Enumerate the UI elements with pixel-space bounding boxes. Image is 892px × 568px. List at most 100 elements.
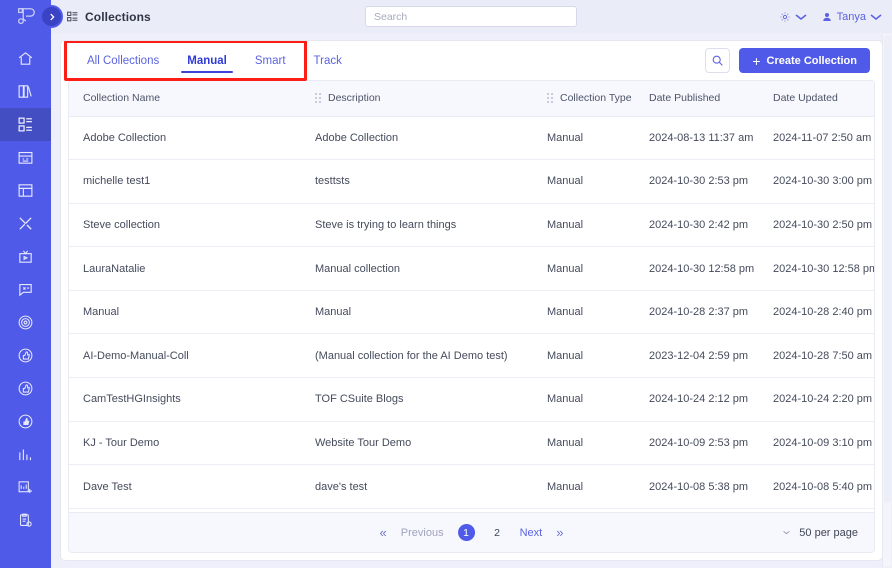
chevron-down-icon bbox=[783, 530, 790, 535]
primary-sidebar bbox=[0, 0, 51, 568]
collections-table-wrapper: Collection Name Description Collection T… bbox=[68, 80, 875, 512]
column-drag-handle-icon[interactable] bbox=[547, 93, 553, 104]
settings-menu[interactable] bbox=[779, 11, 807, 23]
plus-icon: + bbox=[752, 52, 761, 69]
column-header-date-published[interactable]: Date Published bbox=[635, 81, 759, 117]
cell-date-updated: 2024-10-30 2:50 pm bbox=[773, 218, 873, 231]
tools-icon bbox=[19, 217, 32, 230]
create-collection-button[interactable]: + Create Collection bbox=[739, 48, 870, 73]
cell-collection-type: Manual bbox=[547, 306, 584, 319]
table-search-button[interactable] bbox=[705, 48, 731, 73]
sidebar-nav-list bbox=[0, 42, 51, 537]
search-input[interactable] bbox=[365, 6, 577, 27]
cell-collection-type: Manual bbox=[547, 480, 584, 493]
per-page-selector[interactable]: 50 per page bbox=[783, 527, 858, 539]
comment-icon bbox=[19, 283, 32, 297]
sidebar-item-collections[interactable] bbox=[0, 108, 51, 141]
cell-description: Manual bbox=[315, 306, 352, 319]
cell-description: dave's test bbox=[315, 480, 368, 493]
column-header-collection-type[interactable]: Collection Type bbox=[533, 81, 635, 117]
cell-collection-name: michelle test1 bbox=[83, 175, 151, 188]
cell-description: Steve is trying to learn things bbox=[315, 218, 457, 231]
table-row[interactable]: michelle test1 testtsts Manual 2024-10-3… bbox=[69, 160, 874, 204]
table-row[interactable]: AI-Demo-Manual-Coll (Manual collection f… bbox=[69, 334, 874, 378]
chevron-down-icon bbox=[795, 13, 807, 20]
tab-smart[interactable]: Smart bbox=[241, 41, 300, 80]
column-header-date-updated[interactable]: Date Updated bbox=[759, 81, 874, 117]
cell-collection-name: Dave Test bbox=[83, 480, 132, 493]
sidebar-item-engagement-1[interactable] bbox=[0, 339, 51, 372]
collections-table: Collection Name Description Collection T… bbox=[69, 81, 875, 509]
cell-collection-type: Manual bbox=[547, 175, 584, 188]
column-label: Collection Type bbox=[560, 92, 632, 105]
tab-track[interactable]: Track bbox=[300, 41, 356, 80]
page-number-1[interactable]: 1 bbox=[457, 524, 475, 541]
sidebar-item-home[interactable] bbox=[0, 42, 51, 75]
last-page-button[interactable]: » bbox=[556, 525, 563, 540]
column-drag-handle-icon[interactable] bbox=[315, 93, 321, 104]
gear-icon bbox=[780, 12, 790, 21]
tab-all-collections[interactable]: All Collections bbox=[73, 41, 173, 80]
cell-date-updated: 2024-10-09 3:10 pm bbox=[773, 436, 873, 449]
cell-collection-name: Adobe Collection bbox=[83, 131, 167, 144]
scrollbar-thumb[interactable] bbox=[884, 35, 891, 503]
cell-date-published: 2024-10-24 2:12 pm bbox=[649, 393, 749, 406]
sidebar-item-calendar[interactable] bbox=[0, 141, 51, 174]
sidebar-item-new-report[interactable] bbox=[0, 471, 51, 504]
sidebar-item-engagement-3[interactable] bbox=[0, 405, 51, 438]
sidebar-item-analytics[interactable] bbox=[0, 438, 51, 471]
chevron-down-icon bbox=[870, 13, 882, 20]
chevron-right-icon bbox=[49, 13, 55, 20]
cell-collection-name: KJ - Tour Demo bbox=[83, 436, 160, 449]
cell-date-updated: 2024-11-07 2:50 am bbox=[773, 131, 872, 144]
report-add-icon bbox=[18, 481, 32, 494]
expand-sidebar-button[interactable] bbox=[40, 5, 63, 28]
vertical-scrollbar[interactable] bbox=[882, 34, 891, 567]
sidebar-item-pages[interactable] bbox=[0, 174, 51, 207]
target-icon bbox=[18, 315, 33, 330]
sidebar-item-task-settings[interactable] bbox=[0, 504, 51, 537]
per-page-label: 50 per page bbox=[799, 526, 858, 539]
cell-date-published: 2024-10-30 2:53 pm bbox=[649, 175, 749, 188]
search-icon bbox=[712, 55, 724, 66]
table-row[interactable]: LauraNatalie Manual collection Manual 20… bbox=[69, 247, 875, 291]
cell-date-published: 2024-08-13 11:37 am bbox=[649, 131, 754, 144]
sidebar-item-video[interactable] bbox=[0, 240, 51, 273]
cell-date-published: 2024-10-30 12:58 pm bbox=[649, 262, 755, 275]
previous-page-button[interactable]: Previous bbox=[401, 527, 444, 539]
top-bar-actions: Tanya bbox=[779, 0, 882, 33]
first-page-button[interactable]: « bbox=[380, 525, 387, 540]
sidebar-item-targets[interactable] bbox=[0, 306, 51, 339]
user-menu[interactable]: Tanya bbox=[821, 11, 882, 23]
table-row[interactable]: CamTestHGInsights TOF CSuite Blogs Manua… bbox=[69, 378, 874, 422]
sidebar-item-tools[interactable] bbox=[0, 207, 51, 240]
tab-manual[interactable]: Manual bbox=[173, 41, 241, 80]
cell-collection-name: CamTestHGInsights bbox=[83, 393, 181, 406]
column-label: Collection Name bbox=[83, 92, 161, 105]
video-icon bbox=[19, 250, 32, 263]
table-row[interactable]: Adobe Collection Adobe Collection Manual… bbox=[69, 116, 874, 160]
clipboard-gear-icon bbox=[20, 513, 32, 527]
page-number-2[interactable]: 2 bbox=[489, 524, 506, 541]
cell-description: Website Tour Demo bbox=[315, 436, 412, 449]
cell-description: Manual collection bbox=[315, 262, 400, 275]
cell-date-published: 2024-10-08 5:38 pm bbox=[649, 480, 749, 493]
next-page-button[interactable]: Next bbox=[520, 527, 543, 539]
cell-date-updated: 2024-10-30 12:58 pm bbox=[773, 262, 875, 275]
column-header-collection-name[interactable]: Collection Name bbox=[69, 81, 301, 117]
table-row[interactable]: Steve collection Steve is trying to lear… bbox=[69, 203, 874, 247]
cell-collection-type: Manual bbox=[547, 436, 584, 449]
column-header-description[interactable]: Description bbox=[301, 81, 533, 117]
cell-collection-type: Manual bbox=[547, 131, 584, 144]
table-header-row: Collection Name Description Collection T… bbox=[69, 81, 874, 117]
table-row[interactable]: Manual Manual Manual 2024-10-28 2:37 pm … bbox=[69, 290, 874, 334]
sidebar-item-comments[interactable] bbox=[0, 273, 51, 306]
sidebar-item-library[interactable] bbox=[0, 75, 51, 108]
table-row[interactable]: KJ - Tour Demo Website Tour Demo Manual … bbox=[69, 421, 874, 465]
sidebar-item-engagement-2[interactable] bbox=[0, 372, 51, 405]
create-collection-label: Create Collection bbox=[766, 54, 857, 67]
layout-icon bbox=[18, 184, 33, 197]
collections-app: Collections Tanya All Collections Manual bbox=[0, 0, 892, 568]
table-row[interactable]: Dave Test dave's test Manual 2024-10-08 … bbox=[69, 465, 874, 509]
cell-description: Adobe Collection bbox=[315, 131, 399, 144]
